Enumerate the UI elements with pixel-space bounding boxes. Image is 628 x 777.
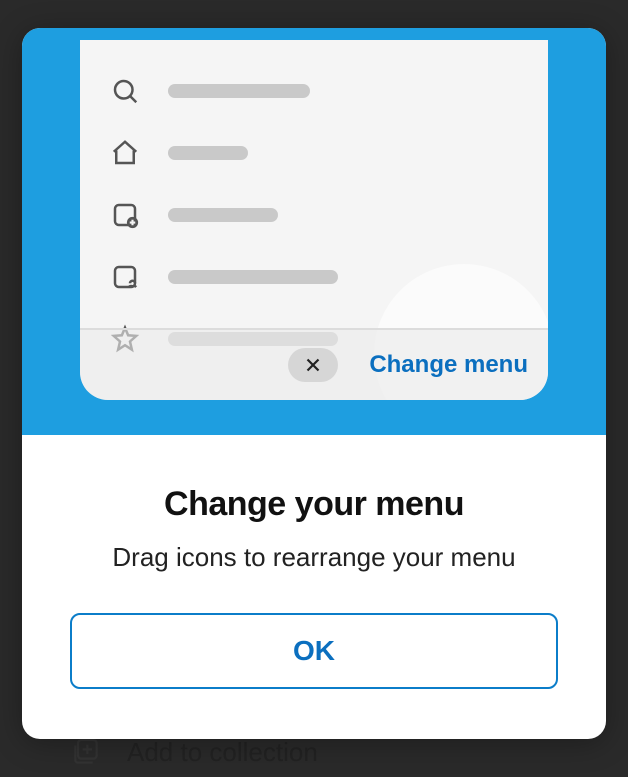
preview-menu-item — [110, 184, 518, 246]
change-menu-link[interactable]: Change menu — [369, 351, 528, 379]
add-to-collection-icon — [70, 736, 102, 768]
preview-menu-item — [110, 122, 518, 184]
home-icon — [110, 138, 140, 168]
background-menu-label: Add to collection — [127, 737, 318, 768]
private-window-icon — [110, 262, 140, 292]
close-button[interactable] — [288, 348, 338, 382]
close-icon — [302, 354, 324, 376]
placeholder-bar — [168, 146, 248, 160]
modal-title: Change your menu — [70, 485, 558, 524]
ok-button[interactable]: OK — [70, 613, 558, 689]
placeholder-bar — [168, 208, 278, 222]
preview-menu-item — [110, 60, 518, 122]
background-menu-item[interactable]: Add to collection — [70, 736, 318, 768]
new-window-icon — [110, 200, 140, 230]
search-icon — [110, 76, 140, 106]
placeholder-bar — [168, 270, 338, 284]
modal-body: Change your menu Drag icons to rearrange… — [22, 435, 606, 721]
modal-illustration: Change menu — [22, 28, 606, 435]
menu-preview-panel: Change menu — [80, 40, 548, 400]
placeholder-bar — [168, 84, 310, 98]
onboarding-modal: Change menu Change your menu Drag icons … — [22, 28, 606, 739]
modal-subtitle: Drag icons to rearrange your menu — [70, 540, 558, 575]
preview-footer: Change menu — [80, 328, 548, 400]
